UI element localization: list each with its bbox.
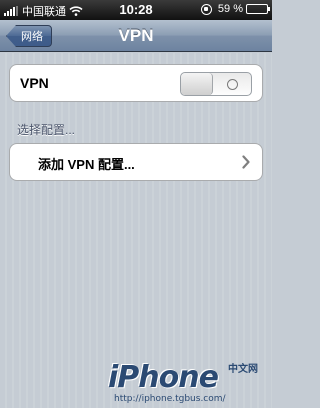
status-right: 59 % — [200, 3, 270, 15]
add-vpn-config-row[interactable]: 添加 VPN 配置... — [9, 143, 263, 181]
battery-percentage: 59 % — [217, 3, 243, 15]
watermark-cn-text: 中文网 — [228, 364, 258, 375]
rotation-lock-icon — [200, 3, 212, 15]
add-vpn-config-label: 添加 VPN 配置... — [38, 157, 135, 172]
vpn-label: VPN — [20, 75, 49, 91]
watermark: iPhone 中文网 http://iphone.tgbus.com/ — [108, 360, 258, 404]
toggle-knob[interactable] — [181, 73, 213, 95]
navigation-bar: 网络 VPN — [0, 20, 272, 52]
watermark-url: http://iphone.tgbus.com/ — [114, 394, 226, 404]
settings-content: VPN 选择配置... 添加 VPN 配置... iPhone 中文网 http… — [0, 53, 272, 408]
off-circle-icon — [226, 78, 238, 90]
vpn-toggle-switch[interactable] — [180, 72, 252, 96]
toggle-off-indicator — [213, 73, 251, 95]
battery-icon — [246, 4, 270, 14]
section-header-choose-config: 选择配置... — [17, 123, 76, 137]
chevron-right-icon — [242, 155, 250, 169]
status-bar: 中国联通 10:28 59 % — [0, 0, 272, 20]
page-title: VPN — [118, 26, 154, 45]
watermark-logo: iPhone — [108, 360, 219, 395]
vpn-toggle-row: VPN — [9, 64, 263, 102]
